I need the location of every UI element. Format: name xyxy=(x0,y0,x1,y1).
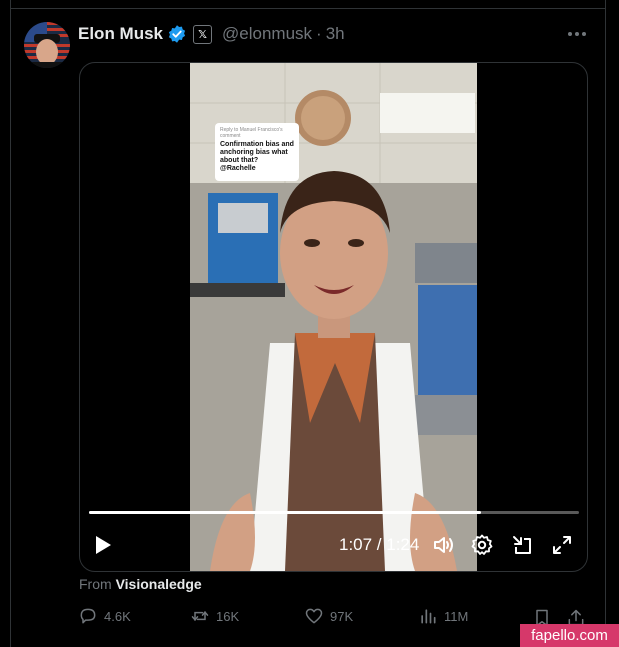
more-options-icon[interactable] xyxy=(566,26,588,42)
timestamp[interactable]: 3h xyxy=(326,24,345,44)
divider xyxy=(10,8,606,9)
caption-card: Reply to Manuel Francisco's comment Conf… xyxy=(215,123,299,181)
views-chart-icon xyxy=(421,609,436,624)
video-frame[interactable]: Reply to Manuel Francisco's comment Conf… xyxy=(190,63,477,571)
reply-count: 4.6K xyxy=(104,608,131,624)
repost-button[interactable]: 16K xyxy=(190,606,239,626)
author-name[interactable]: Elon Musk xyxy=(78,24,163,44)
progress-bar[interactable] xyxy=(89,511,579,514)
x-badge-icon: 𝕏 xyxy=(193,24,213,44)
repost-icon xyxy=(191,611,209,621)
views-count: 11M xyxy=(444,608,469,624)
volume-icon[interactable] xyxy=(432,533,456,557)
progress-fill xyxy=(89,511,481,514)
watermark: fapello.com xyxy=(520,624,619,647)
play-button[interactable] xyxy=(92,533,114,557)
author-handle[interactable]: @elonmusk xyxy=(222,24,312,44)
like-button[interactable]: 97K xyxy=(304,606,353,626)
tweet-border-right xyxy=(605,0,606,647)
video-player[interactable]: Reply to Manuel Francisco's comment Conf… xyxy=(79,62,588,572)
views-button[interactable]: 11M xyxy=(418,606,468,626)
repost-count: 16K xyxy=(216,608,240,624)
verified-badge-icon xyxy=(167,24,187,44)
avatar[interactable] xyxy=(24,22,70,68)
reply-button[interactable]: 4.6K xyxy=(78,606,131,626)
tweet-header: Elon Musk 𝕏 @elonmusk · 3h xyxy=(78,22,345,46)
caption-text: Confirmation bias and anchoring bias wha… xyxy=(220,141,294,172)
heart-icon xyxy=(305,608,323,624)
caption-reply: Reply to Manuel Francisco's comment xyxy=(220,127,283,139)
tweet-border-left xyxy=(10,0,11,647)
like-count: 97K xyxy=(330,608,354,624)
separator: · xyxy=(316,24,322,43)
picture-in-picture-icon[interactable] xyxy=(510,533,534,557)
fullscreen-icon[interactable] xyxy=(550,533,574,557)
video-source: From Visionaledge xyxy=(79,576,202,592)
source-prefix: From xyxy=(79,576,112,592)
source-name[interactable]: Visionaledge xyxy=(116,576,202,592)
time-display: 1:07 / 1:24 xyxy=(339,535,420,554)
settings-icon[interactable] xyxy=(470,533,494,557)
reply-icon xyxy=(80,608,96,624)
